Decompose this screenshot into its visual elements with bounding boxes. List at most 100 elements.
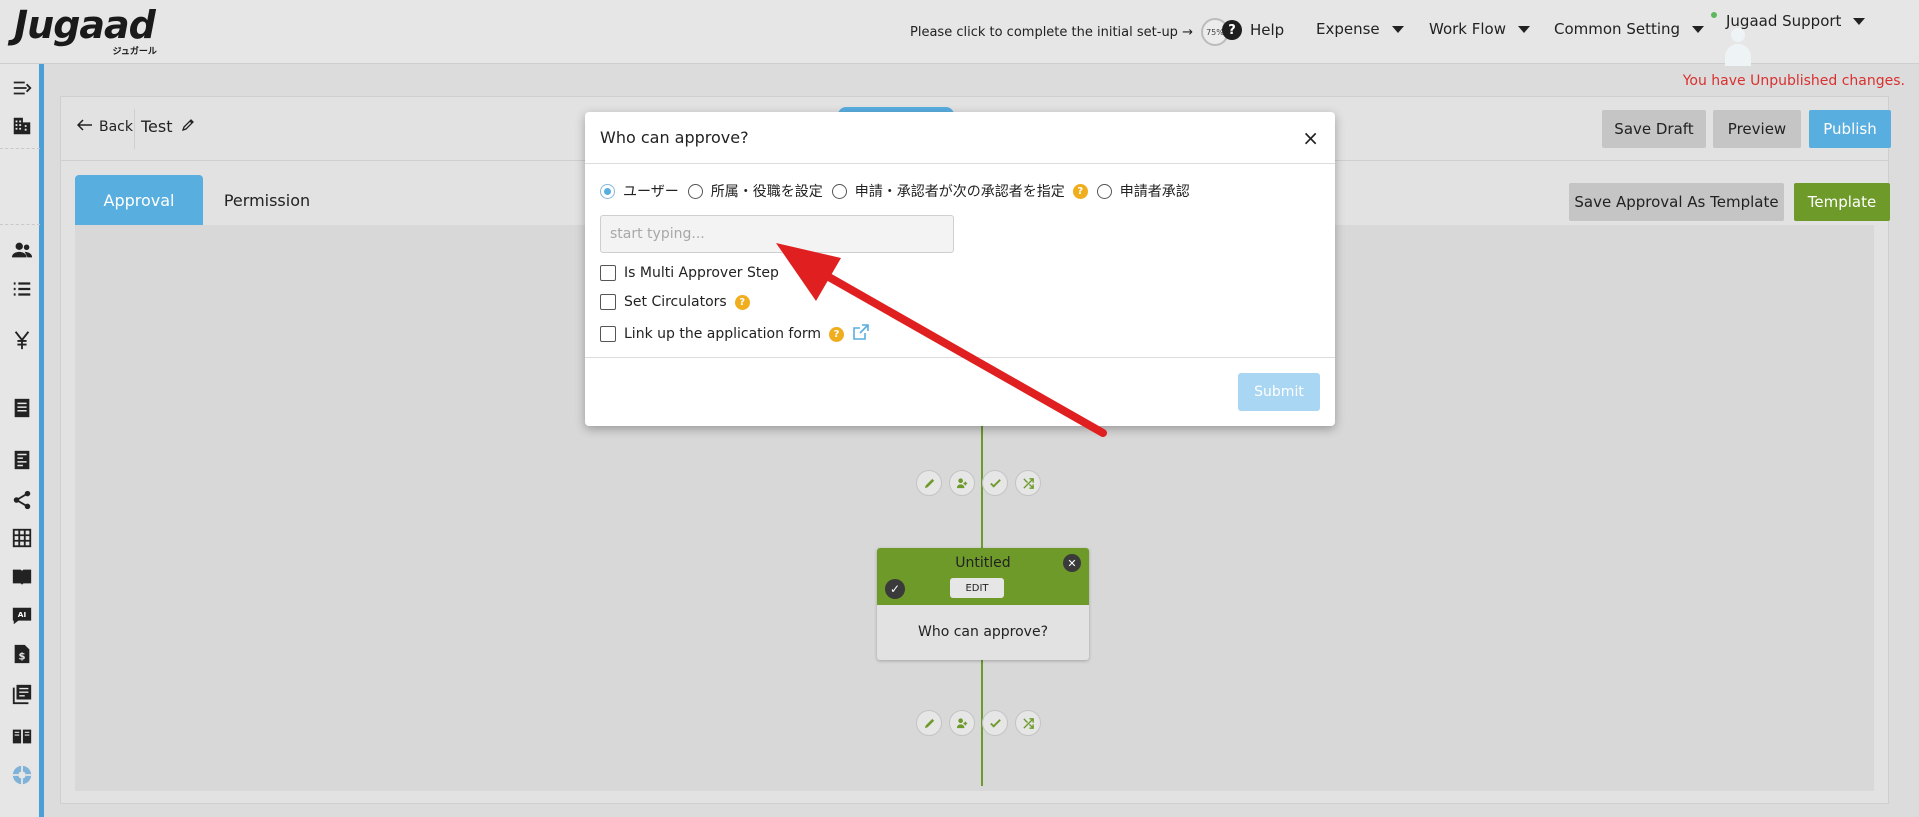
radio-applicant-approval[interactable]: 申請者承認	[1096, 181, 1190, 201]
node-subtitle: Who can approve?	[917, 624, 1049, 640]
external-link-icon[interactable]	[852, 323, 870, 345]
close-icon[interactable]: ✕	[1063, 554, 1081, 572]
sidebar-divider	[0, 148, 40, 149]
caret-down-icon	[1391, 25, 1404, 33]
radio-department-role[interactable]: 所属・役職を設定	[687, 181, 823, 201]
manual-icon[interactable]	[10, 724, 34, 748]
publish-button[interactable]: Publish	[1809, 110, 1891, 148]
menu-expense[interactable]: Expense	[1316, 20, 1404, 38]
check-icon[interactable]	[982, 710, 1008, 736]
unpublished-notice: You have Unpublished changes.	[1682, 73, 1905, 89]
link-form-label: Link up the application form	[624, 326, 822, 342]
sidebar-accent-strip	[39, 64, 44, 817]
radio-button[interactable]	[1096, 183, 1112, 199]
preview-button[interactable]: Preview	[1713, 110, 1801, 148]
menu-common-setting[interactable]: Common Setting	[1554, 20, 1705, 38]
add-approver-icon[interactable]	[949, 470, 975, 496]
caret-down-icon	[1692, 25, 1705, 33]
edit-step-icon[interactable]	[916, 470, 942, 496]
caret-down-icon	[1853, 17, 1866, 25]
logo-text: Jugaad	[14, 3, 156, 47]
online-status-icon	[1709, 10, 1719, 20]
book-icon[interactable]	[10, 565, 34, 589]
radio-next-approver[interactable]: 申請・承認者が次の承認者を指定 ?	[831, 181, 1088, 201]
top-header: Jugaad ジュガール Please click to complete th…	[0, 0, 1919, 66]
menu-workflow[interactable]: Work Flow	[1429, 20, 1530, 38]
header-divider	[134, 109, 135, 149]
menu-expense-label: Expense	[1316, 20, 1380, 38]
user-menu[interactable]: Jugaad Support	[1709, 10, 1866, 66]
setup-text[interactable]: Please click to complete the initial set…	[910, 25, 1193, 40]
step-actions	[916, 470, 1041, 496]
caret-down-icon	[1518, 25, 1530, 33]
radio-button-selected[interactable]	[600, 183, 615, 199]
radio-applicant-label: 申請者承認	[1119, 184, 1190, 200]
pencil-icon[interactable]	[181, 117, 195, 136]
ai-chat-icon[interactable]: AI	[10, 604, 34, 628]
node-edit-button[interactable]: EDIT	[950, 578, 1004, 598]
tab-permission[interactable]: Permission	[203, 175, 331, 225]
check-circle-icon: ✓	[885, 579, 905, 599]
radio-button[interactable]	[831, 183, 847, 199]
close-icon[interactable]: ×	[1302, 126, 1319, 150]
save-approval-template-button[interactable]: Save Approval As Template	[1569, 183, 1784, 221]
add-approver-icon[interactable]	[949, 710, 975, 736]
template-button[interactable]: Template	[1794, 183, 1890, 221]
approver-modal: Who can approve? × ユーザー 所属・役職を設定 申請・承認者が…	[585, 112, 1335, 426]
svg-text:AI: AI	[18, 610, 27, 619]
arrow-left-icon	[76, 119, 93, 135]
checkbox[interactable]	[600, 265, 616, 281]
building-icon[interactable]	[10, 114, 34, 138]
approval-step-node[interactable]: Untitled ✕ ✓ EDIT Who can approve?	[877, 548, 1089, 660]
help-icon[interactable]: ?	[734, 294, 750, 310]
radio-user[interactable]: ユーザー	[600, 181, 679, 201]
submit-button[interactable]: Submit	[1238, 373, 1320, 411]
share-icon[interactable]	[10, 488, 34, 512]
radio-button[interactable]	[687, 183, 703, 199]
workflow-title: Test	[141, 117, 195, 136]
tab-approval[interactable]: Approval	[75, 175, 203, 225]
check-icon[interactable]	[982, 470, 1008, 496]
node-title: Untitled	[955, 555, 1011, 571]
checkbox[interactable]	[600, 294, 616, 310]
circulators-label: Set Circulators	[624, 294, 727, 310]
modal-header: Who can approve? ×	[585, 112, 1335, 164]
help-label: Help	[1250, 21, 1285, 39]
modal-footer-divider	[585, 357, 1335, 358]
invoice-icon[interactable]: $	[10, 642, 34, 666]
circulators-checkbox[interactable]: Set Circulators ?	[600, 294, 750, 310]
back-label: Back	[99, 119, 133, 135]
back-button[interactable]: Back	[76, 119, 133, 135]
users-icon[interactable]	[10, 238, 34, 262]
help-icon[interactable]: ?	[1072, 183, 1088, 199]
list-icon[interactable]	[10, 277, 34, 301]
yen-icon[interactable]	[10, 328, 34, 352]
logo[interactable]: Jugaad ジュガール	[14, 3, 157, 57]
multi-approver-checkbox[interactable]: Is Multi Approver Step	[600, 265, 779, 281]
help-icon[interactable]: ?	[829, 326, 845, 342]
workflow-title-text: Test	[141, 117, 173, 136]
edit-step-icon[interactable]	[916, 710, 942, 736]
receipt-icon[interactable]	[10, 448, 34, 472]
document-icon[interactable]	[10, 396, 34, 420]
save-draft-button[interactable]: Save Draft	[1602, 110, 1706, 148]
svg-text:$: $	[18, 652, 25, 663]
setup-prompt[interactable]: Please click to complete the initial set…	[910, 18, 1229, 46]
radio-dept-label: 所属・役職を設定	[710, 184, 823, 200]
shuffle-icon[interactable]	[1015, 710, 1041, 736]
help-icon: ?	[1222, 20, 1242, 40]
support-icon[interactable]	[10, 763, 34, 787]
checkbox[interactable]	[600, 326, 616, 342]
approver-search-input[interactable]	[600, 215, 954, 253]
menu-workflow-label: Work Flow	[1429, 20, 1506, 38]
link-form-checkbox[interactable]: Link up the application form ?	[600, 323, 870, 345]
grid-icon[interactable]	[10, 526, 34, 550]
shuffle-icon[interactable]	[1015, 470, 1041, 496]
multi-approver-label: Is Multi Approver Step	[624, 265, 779, 281]
help-link[interactable]: ? Help	[1222, 20, 1284, 40]
sidebar: AI $	[0, 64, 44, 817]
menu-common-label: Common Setting	[1554, 20, 1681, 38]
radio-next-label: 申請・承認者が次の承認者を指定	[854, 184, 1065, 200]
library-icon[interactable]	[10, 682, 34, 706]
sidebar-toggle-icon[interactable]	[10, 76, 34, 100]
